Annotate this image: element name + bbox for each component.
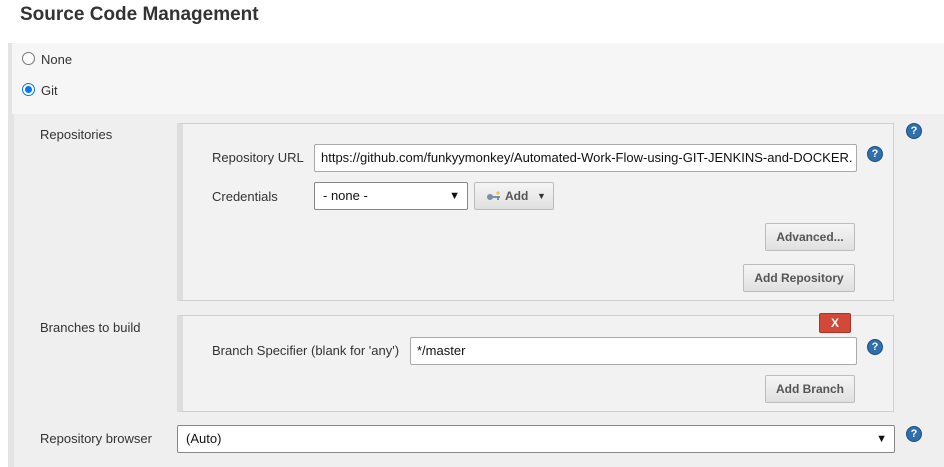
credentials-select-value: - none - <box>323 188 368 203</box>
repository-browser-label: Repository browser <box>40 431 152 446</box>
branch-specifier-help-icon[interactable]: ? <box>867 339 883 355</box>
repository-url-help-icon[interactable]: ? <box>867 146 883 162</box>
repositories-help-icon[interactable]: ? <box>906 123 922 139</box>
repository-url-label: Repository URL <box>212 150 304 165</box>
add-credentials-button[interactable]: Add ▼ <box>474 182 554 210</box>
repository-browser-select[interactable]: (Auto) ▼ <box>177 425 895 453</box>
caret-down-icon: ▼ <box>537 191 546 201</box>
scm-git-radio[interactable] <box>22 83 35 96</box>
branch-specifier-label: Branch Specifier (blank for 'any') <box>212 343 400 358</box>
scm-git-label[interactable]: Git <box>41 83 58 99</box>
add-repository-button[interactable]: Add Repository <box>743 264 855 292</box>
branches-label: Branches to build <box>40 320 141 335</box>
key-icon <box>487 191 500 200</box>
repositories-label: Repositories <box>40 127 113 142</box>
branch-specifier-input[interactable]: */master <box>410 337 857 365</box>
repository-url-input[interactable]: https://github.com/funkyymonkey/Automate… <box>314 144 857 172</box>
credentials-label: Credentials <box>212 189 278 204</box>
repository-browser-help-icon[interactable]: ? <box>906 426 922 442</box>
add-credentials-label: Add <box>505 189 529 203</box>
advanced-button[interactable]: Advanced... <box>765 223 855 251</box>
delete-branch-button[interactable]: X <box>819 313 851 333</box>
repository-browser-value: (Auto) <box>186 431 222 446</box>
add-branch-button[interactable]: Add Branch <box>765 375 855 403</box>
credentials-select[interactable]: - none - ▼ <box>314 182 468 210</box>
scm-none-radio[interactable] <box>22 52 35 65</box>
chevron-down-icon: ▼ <box>449 190 460 202</box>
section-title: Source Code Management <box>20 4 259 25</box>
chevron-down-icon: ▼ <box>876 433 887 445</box>
scm-none-label[interactable]: None <box>41 52 72 68</box>
